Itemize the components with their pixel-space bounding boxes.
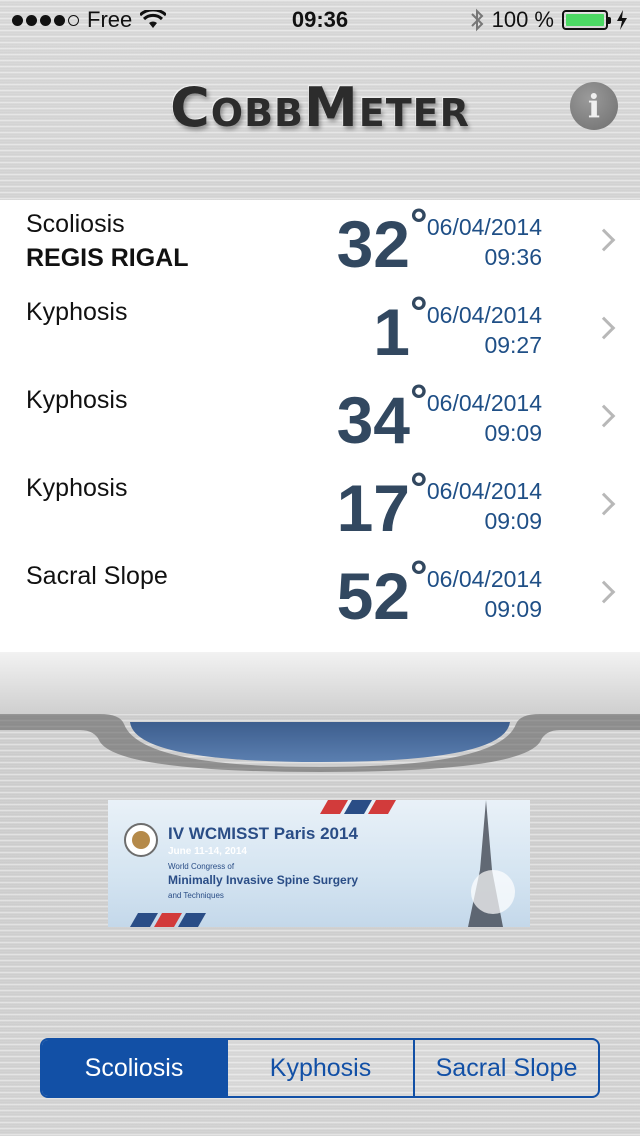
battery-fill (566, 14, 604, 26)
angle-value: 34 (336, 383, 410, 457)
info-button[interactable]: i (570, 82, 618, 130)
measurement-date: 06/04/2014 (426, 566, 542, 592)
chevron-right-icon (592, 316, 616, 340)
measurement-type: Kyphosis (26, 474, 128, 502)
status-left: Free (12, 7, 167, 33)
angle-value: 1 (373, 295, 410, 369)
degree-symbol: ° (410, 464, 428, 513)
status-right: 100 % (470, 7, 628, 33)
degree-symbol: ° (410, 376, 428, 425)
banner-line1: World Congress of (168, 862, 235, 871)
banner-dates: June 11-14, 2014 (168, 846, 247, 857)
battery-icon (562, 10, 611, 30)
measurement-time: 09:36 (484, 244, 542, 270)
measurement-time: 09:27 (484, 332, 542, 358)
degree-symbol: ° (410, 200, 428, 249)
charging-icon (617, 10, 627, 30)
measurement-time: 09:09 (484, 596, 542, 622)
measurement-date: 06/04/2014 (426, 214, 542, 240)
list-item[interactable]: Kyphosis 34 ° 06/04/2014 09:09 (0, 376, 640, 464)
segment-sacral-slope[interactable]: Sacral Slope (415, 1040, 598, 1096)
patient-name: REGIS RIGAL (26, 244, 189, 272)
battery-percent: 100 % (491, 7, 554, 32)
chevron-right-icon (592, 228, 616, 252)
degree-symbol: ° (410, 552, 428, 601)
chevron-right-icon (592, 404, 616, 428)
list-item[interactable]: Kyphosis 17 ° 06/04/2014 09:09 (0, 464, 640, 552)
measurement-date: 06/04/2014 (426, 302, 542, 328)
signal-strength-icon (12, 14, 79, 26)
degree-symbol: ° (410, 288, 428, 337)
bluetooth-icon (470, 8, 484, 32)
measurement-date: 06/04/2014 (426, 478, 542, 504)
list-item[interactable]: Kyphosis 1 ° 06/04/2014 09:27 (0, 288, 640, 376)
conference-banner[interactable]: IV WCMISST Paris 2014 June 11-14, 2014 W… (108, 800, 530, 927)
angle-value: 32 (336, 207, 410, 281)
app-title: CobbMeter (170, 76, 470, 139)
header: CobbMeter i (0, 40, 640, 200)
measurement-list: Scoliosis REGIS RIGAL 32 ° 06/04/2014 09… (0, 200, 640, 652)
carrier-label: Free (87, 7, 133, 32)
measurement-type: Sacral Slope (26, 562, 168, 590)
measurement-time: 09:09 (484, 420, 542, 446)
chevron-right-icon (592, 580, 616, 604)
wifi-icon (140, 10, 167, 28)
list-item[interactable]: Scoliosis REGIS RIGAL 32 ° 06/04/2014 09… (0, 200, 640, 288)
list-item[interactable]: Sacral Slope 52 ° 06/04/2014 09:09 (0, 552, 640, 640)
banner-line2: Minimally Invasive Spine Surgery (168, 873, 359, 887)
angle-value: 52 (336, 559, 410, 633)
banner-line3: and Techniques (168, 891, 224, 900)
banner-title: IV WCMISST Paris 2014 (168, 824, 358, 843)
angle-value: 17 (336, 471, 410, 545)
measurement-type-segmented-control: Scoliosis Kyphosis Sacral Slope (40, 1038, 600, 1098)
chevron-right-icon (592, 492, 616, 516)
measurement-type: Kyphosis (26, 298, 128, 326)
segment-scoliosis[interactable]: Scoliosis (42, 1040, 228, 1096)
measurement-time: 09:09 (484, 508, 542, 534)
status-bar: Free 09:36 100 % (0, 0, 640, 40)
measurement-type: Scoliosis (26, 210, 125, 238)
measurement-date: 06/04/2014 (426, 390, 542, 416)
measurement-type: Kyphosis (26, 386, 128, 414)
tray-decoration (0, 652, 640, 772)
segment-kyphosis[interactable]: Kyphosis (228, 1040, 415, 1096)
